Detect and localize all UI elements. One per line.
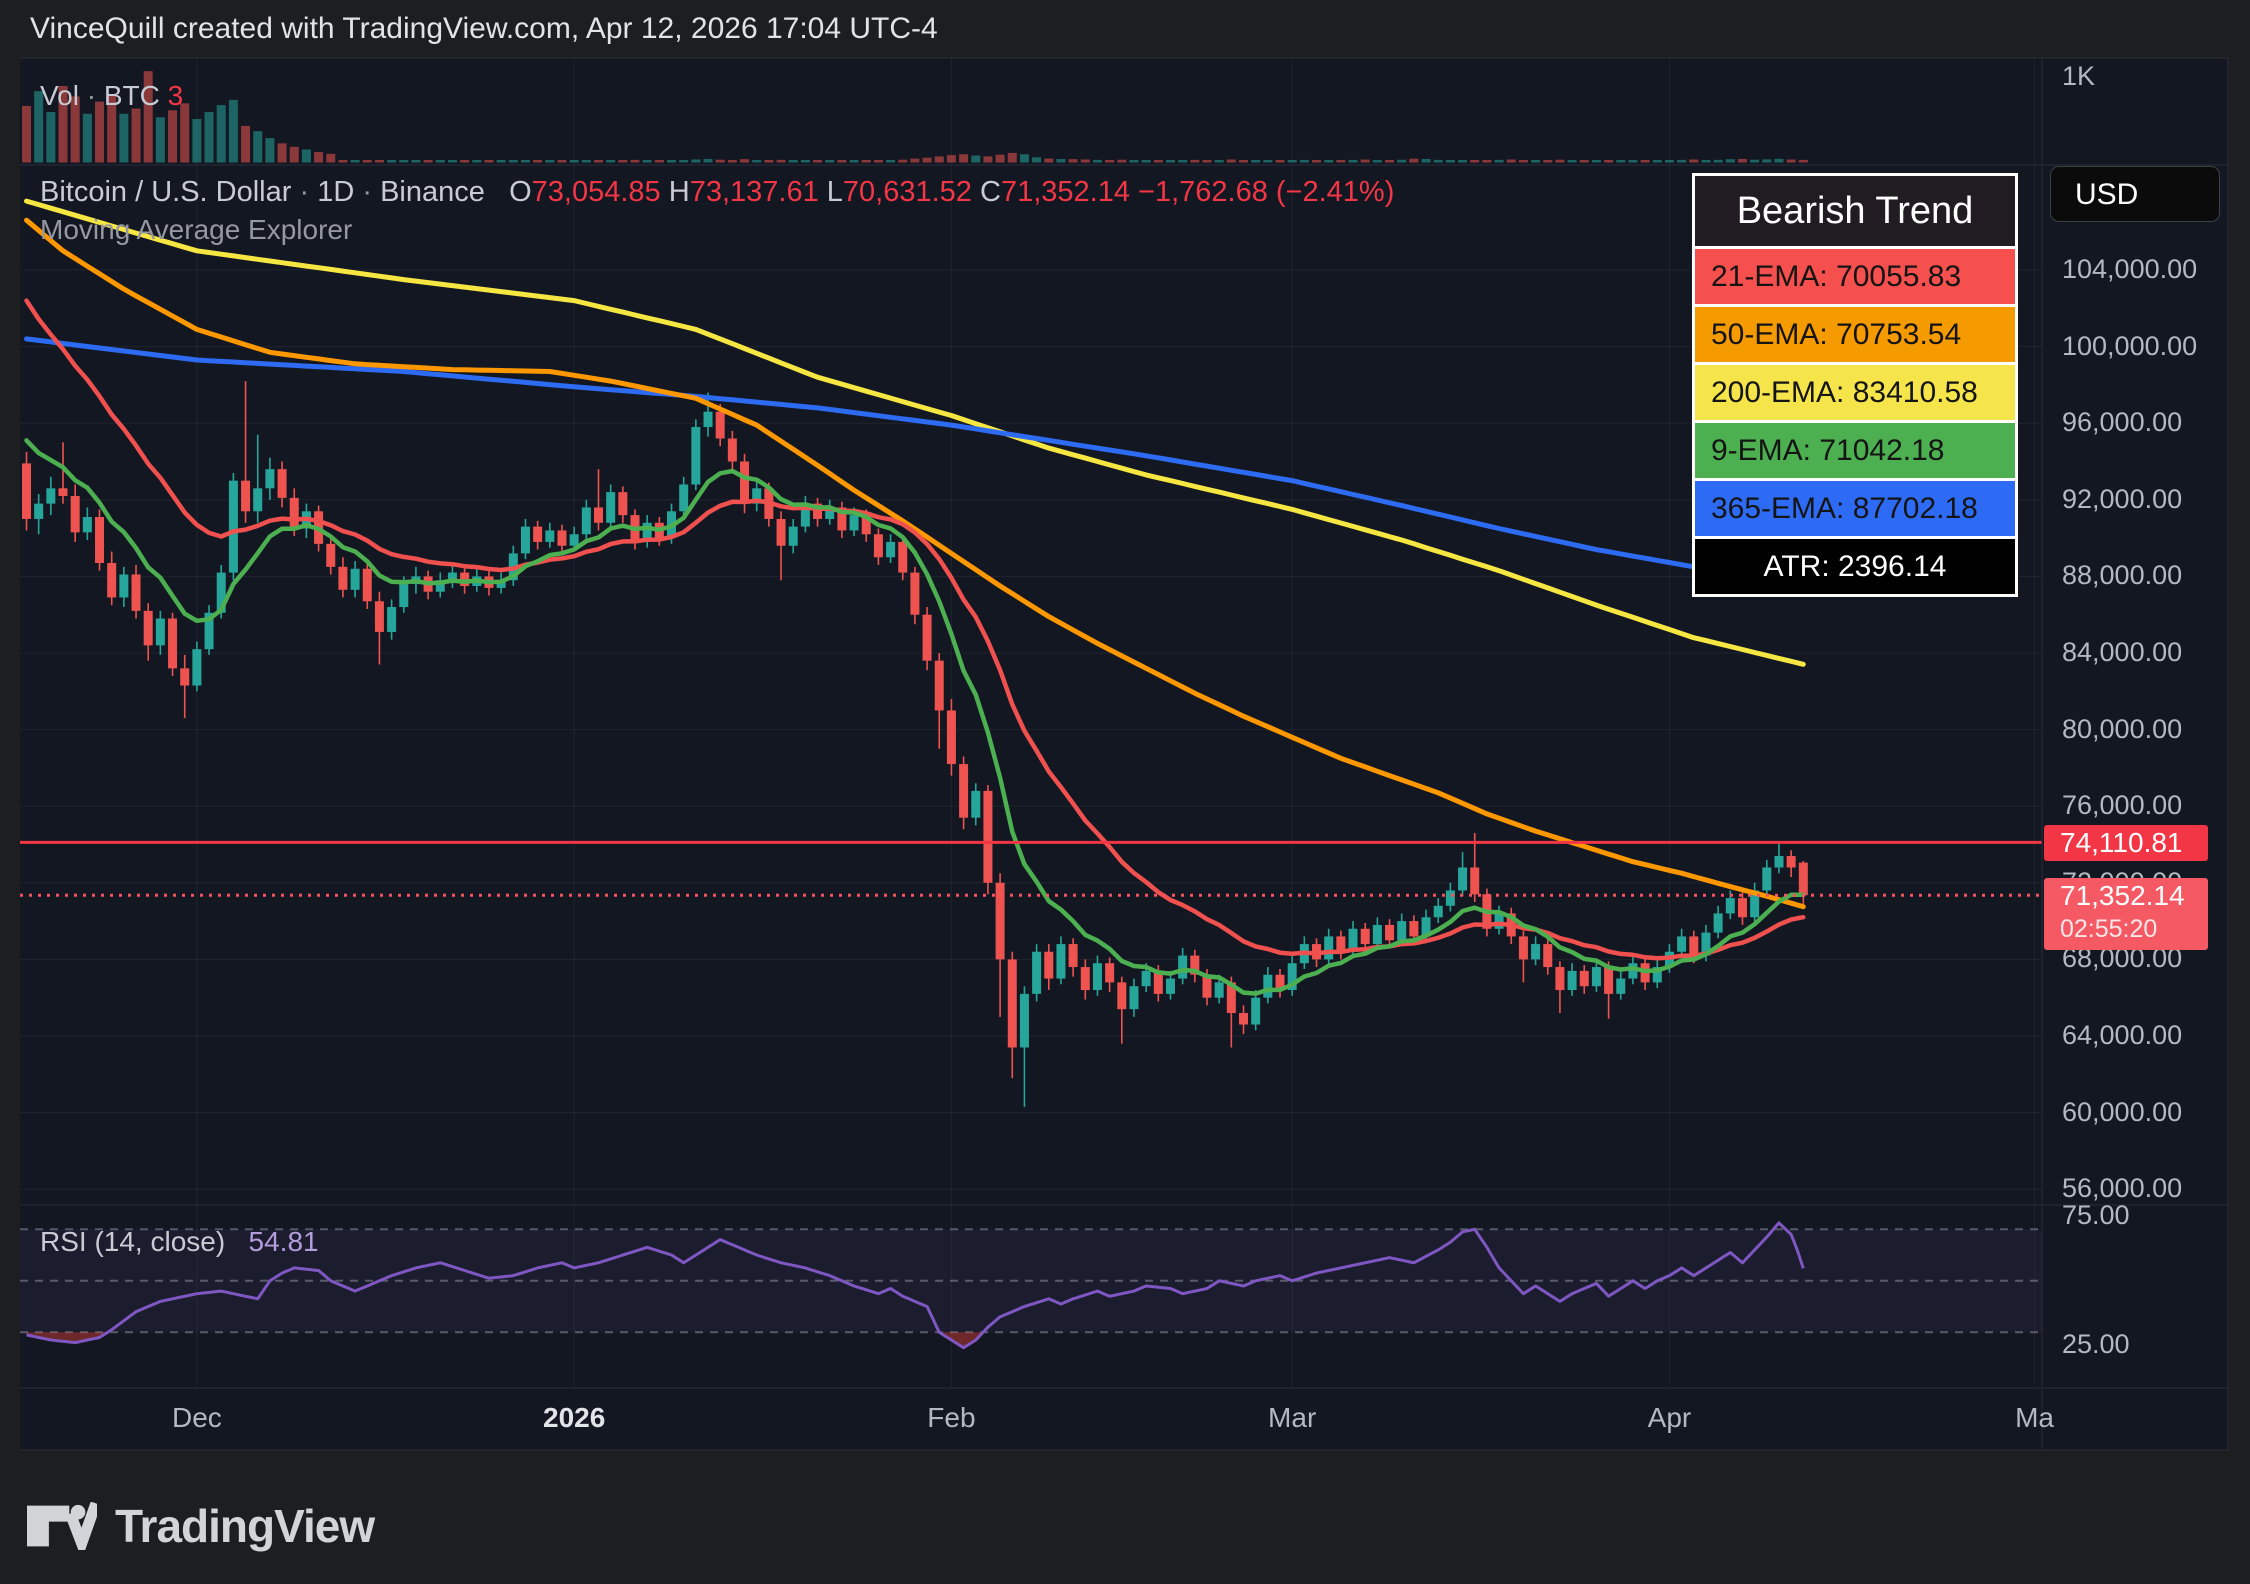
time-axis[interactable]: Dec 2026 Feb Mar Apr Ma bbox=[0, 1402, 2250, 1442]
price-tick-label: 92,000.00 bbox=[2062, 483, 2183, 514]
last-price-value: 71,352.14 bbox=[2060, 880, 2185, 911]
volume-indicator-label[interactable]: Vol · BTC 3 bbox=[40, 80, 183, 112]
change-value: −1,762.68 (−2.41%) bbox=[1138, 176, 1395, 208]
legend-row: 9-EMA: 71042.18 bbox=[1695, 423, 2015, 478]
legend-rows: 21-EMA: 70055.83 50-EMA: 70753.54 200-EMA:… bbox=[1695, 249, 2015, 594]
open-value: 73,054.85 bbox=[531, 176, 661, 208]
legend-row: 21-EMA: 70055.83 bbox=[1695, 249, 2015, 304]
time-axis-label: Apr bbox=[1647, 1402, 1692, 1433]
rsi-tick-label: 25.00 bbox=[2062, 1329, 2130, 1360]
volume-asset-label: BTC bbox=[103, 80, 160, 111]
interval-label[interactable]: 1D bbox=[317, 176, 354, 208]
indicator-label-ma-explorer[interactable]: Moving Average Explorer bbox=[40, 214, 352, 246]
bearish-trend-legend: Bearish Trend 21-EMA: 70055.83 50-EMA: 70… bbox=[1692, 173, 2018, 597]
tradingview-logo-icon bbox=[27, 1502, 97, 1550]
price-tick-label: 96,000.00 bbox=[2062, 407, 2183, 438]
symbol-ohlc-row[interactable]: Bitcoin / U.S. Dollar · 1D · Binance O73… bbox=[40, 176, 1394, 209]
low-value: 70,631.52 bbox=[842, 176, 972, 208]
tradingview-wordmark: TradingView bbox=[115, 1500, 375, 1552]
legend-row: 50-EMA: 70753.54 bbox=[1695, 307, 2015, 362]
symbol-name[interactable]: Bitcoin / U.S. Dollar bbox=[40, 176, 291, 208]
legend-title: Bearish Trend bbox=[1695, 176, 2015, 246]
legend-row: 365-EMA: 87702.18 bbox=[1695, 481, 2015, 536]
rsi-tick-label: 75.00 bbox=[2062, 1200, 2130, 1231]
exchange-label: Binance bbox=[380, 176, 485, 208]
close-value: 71,352.14 bbox=[1000, 176, 1130, 208]
tradingview-screenshot: VinceQuill created with TradingView.com,… bbox=[0, 0, 2250, 1584]
price-tick-label: 88,000.00 bbox=[2062, 560, 2183, 591]
time-axis-label: Feb bbox=[927, 1402, 976, 1433]
volume-label: Vol bbox=[40, 80, 79, 111]
price-tick-label: 76,000.00 bbox=[2062, 790, 2183, 821]
rsi-value: 54.81 bbox=[248, 1226, 319, 1257]
price-tick-label: 104,000.00 bbox=[2062, 254, 2198, 284]
volume-value: 3 bbox=[167, 80, 184, 111]
volume-axis-tick: 1K bbox=[2062, 61, 2096, 91]
time-axis-label: Mar bbox=[1268, 1402, 1317, 1433]
time-axis-label: Dec bbox=[171, 1402, 222, 1433]
price-tick-label: 100,000.00 bbox=[2062, 330, 2198, 361]
horizontal-line-price-label[interactable]: 74,110.81 bbox=[2044, 825, 2208, 861]
price-tick-label: 80,000.00 bbox=[2062, 713, 2183, 744]
bar-countdown: 02:55:20 bbox=[2060, 915, 2158, 943]
price-tick-label: 60,000.00 bbox=[2062, 1096, 2183, 1127]
time-axis-label: Ma bbox=[2015, 1402, 2054, 1433]
time-axis-label: 2026 bbox=[542, 1402, 606, 1433]
price-tick-label: 84,000.00 bbox=[2062, 637, 2183, 667]
price-tick-label: 64,000.00 bbox=[2062, 1020, 2183, 1050]
rsi-indicator-label[interactable]: RSI (14, close) 54.81 bbox=[40, 1226, 319, 1258]
last-price-label: 71,352.14 02:55:20 bbox=[2044, 878, 2208, 950]
currency-toggle-button[interactable]: USD bbox=[2050, 166, 2220, 222]
tradingview-logo: TradingView bbox=[27, 1496, 375, 1556]
legend-row: ATR: 2396.14 bbox=[1695, 539, 2015, 594]
legend-row: 200-EMA: 83410.58 bbox=[1695, 365, 2015, 420]
high-value: 73,137.61 bbox=[689, 176, 819, 208]
